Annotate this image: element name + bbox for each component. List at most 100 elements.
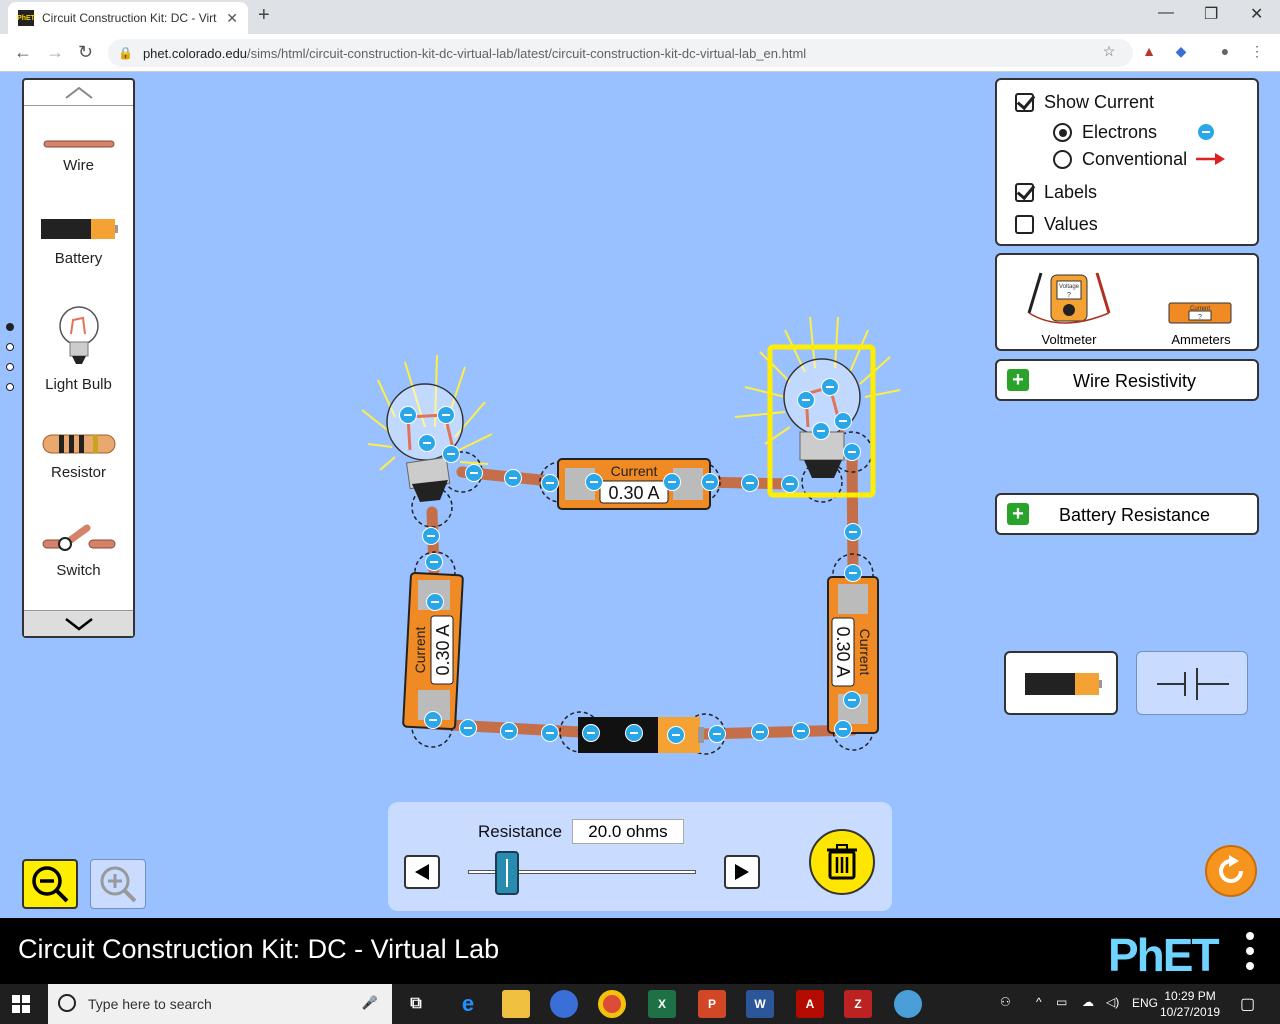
increase-resistance-button[interactable] — [724, 855, 760, 889]
labels-check-icon — [1015, 183, 1034, 202]
clock-time: 10:29 PM — [1164, 989, 1216, 1003]
electrons-label: Electrons — [1082, 122, 1158, 142]
phet-logo[interactable]: PhET — [1108, 928, 1220, 982]
labels-label: Labels — [1044, 182, 1098, 202]
taskbar-search-placeholder: Type here to search — [88, 996, 212, 1012]
conventional-label: Conventional — [1082, 149, 1188, 169]
url-field[interactable]: 🔒 phet.colorado.edu/sims/html/circuit-co… — [108, 39, 1133, 67]
electrons-radio[interactable]: Electrons — [1053, 122, 1157, 143]
simulation-area: Wire Battery Light Bulb Resistor Switch — [0, 72, 1280, 918]
ammeter-top: Current 0.30 A — [557, 458, 711, 510]
resistance-slider-thumb[interactable] — [495, 851, 519, 895]
ammeter-left-value: 0.30 A — [433, 624, 453, 675]
powerpoint-icon[interactable]: P — [698, 990, 726, 1018]
show-current-checkbox[interactable]: Show Current — [1015, 92, 1154, 113]
ammeter-icon: Current ? — [1168, 302, 1232, 324]
url-host: phet.colorado.edu — [142, 45, 248, 61]
onedrive-icon[interactable]: ☁ — [1082, 995, 1094, 1009]
voltmeter-icon: Voltage ? — [1027, 272, 1111, 324]
search-icon — [58, 994, 76, 1012]
file-explorer-icon[interactable] — [502, 990, 530, 1018]
app-icon[interactable] — [894, 990, 922, 1018]
battery-resistance-label: Battery Resistance — [1059, 505, 1211, 525]
windows-taskbar: Type here to search 🎤 ⧉ e X P W A Z ⚇ ^ … — [0, 984, 1280, 1024]
close-window-icon[interactable]: ✕ — [1250, 4, 1263, 24]
profile-icon[interactable]: ● — [1216, 43, 1234, 61]
decrease-resistance-button[interactable] — [404, 855, 440, 889]
plus-icon: + — [1007, 503, 1029, 525]
taskbar-search[interactable]: Type here to search 🎤 — [48, 984, 392, 1024]
voltmeter-label: Voltmeter — [1041, 332, 1097, 347]
wire-resistivity-accordion[interactable]: + Wire Resistivity — [995, 359, 1259, 401]
forward-icon[interactable]: → — [46, 42, 64, 63]
wire-resistivity-label: Wire Resistivity — [1073, 371, 1197, 391]
voltmeter-screen-label: Voltage — [1059, 284, 1080, 290]
restore-icon[interactable]: ❐ — [1204, 4, 1218, 24]
resistance-slider-panel: Resistance 20.0 ohms — [388, 802, 892, 911]
extension-icon[interactable]: ◆ — [1172, 43, 1190, 61]
phet-footer: Circuit Construction Kit: DC - Virtual L… — [0, 918, 1280, 984]
meters-panel: Voltage ? Voltmeter Current ? Ammeters — [995, 253, 1259, 351]
zoom-out-icon — [32, 866, 69, 903]
tab-close-icon[interactable]: ✕ — [226, 10, 238, 27]
mail-icon[interactable] — [550, 990, 578, 1018]
lifelike-view-button[interactable] — [1004, 651, 1118, 715]
browser-tab[interactable]: PhET Circuit Construction Kit: DC - Virt… — [8, 2, 248, 34]
word-icon[interactable]: W — [746, 990, 774, 1018]
triangle-left-icon — [415, 864, 429, 880]
electron-icon — [1197, 123, 1215, 141]
tab-title: Circuit Construction Kit: DC - Virt — [42, 11, 217, 25]
acrobat-icon[interactable]: A — [796, 990, 824, 1018]
pdf-extension-icon[interactable]: ▲ — [1140, 43, 1158, 61]
triangle-right-icon — [735, 864, 749, 880]
excel-icon[interactable]: X — [648, 990, 676, 1018]
electrons-radio-icon — [1053, 123, 1072, 142]
ammeter-left-label: Current — [412, 627, 428, 674]
filezilla-icon[interactable]: Z — [844, 990, 872, 1018]
ammeters-label: Ammeters — [1171, 332, 1231, 347]
sim-title: Circuit Construction Kit: DC - Virtual L… — [18, 934, 500, 964]
display-options-panel: Show Current Electrons Conventional Labe… — [995, 78, 1259, 246]
microphone-icon[interactable]: 🎤 — [362, 995, 378, 1011]
new-tab-icon[interactable]: + — [258, 4, 270, 27]
zoom-out-button[interactable] — [22, 859, 78, 909]
chrome-icon[interactable] — [598, 990, 626, 1018]
browser-menu-icon[interactable]: ⋮ — [1248, 43, 1266, 61]
taskbar-clock[interactable]: 10:29 PM 10/27/2019 — [1160, 988, 1220, 1020]
phet-menu-button[interactable] — [1246, 932, 1254, 977]
conventional-radio-icon — [1053, 150, 1072, 169]
values-check-icon — [1015, 215, 1034, 234]
language-indicator[interactable]: ENG — [1132, 996, 1158, 1010]
battery-lifelike-icon — [1025, 673, 1102, 695]
task-view-icon[interactable]: ⧉ — [402, 990, 430, 1018]
network-icon[interactable]: ▭ — [1056, 995, 1067, 1009]
bookmark-star-icon[interactable]: ☆ — [1100, 43, 1118, 61]
labels-checkbox[interactable]: Labels — [1015, 182, 1097, 203]
conventional-radio[interactable]: Conventional — [1053, 149, 1187, 170]
notifications-icon[interactable]: ▢ — [1240, 994, 1255, 1014]
back-icon[interactable]: ← — [14, 42, 32, 63]
tray-chevron-icon[interactable]: ^ — [1036, 995, 1042, 1009]
phet-favicon-icon: PhET — [17, 10, 35, 26]
voltmeter-screen-value: ? — [1067, 292, 1071, 299]
values-checkbox[interactable]: Values — [1015, 214, 1098, 235]
battery-resistance-accordion[interactable]: + Battery Resistance — [995, 493, 1259, 535]
browser-tab-bar: PhET Circuit Construction Kit: DC - Virt… — [0, 0, 1280, 34]
minimize-icon[interactable]: — — [1158, 4, 1174, 22]
battery-schematic-icon — [1157, 668, 1229, 700]
zoom-in-button[interactable] — [90, 859, 146, 909]
ammeter-top-label: Current — [611, 463, 658, 479]
electrons — [399, 378, 862, 744]
people-icon[interactable]: ⚇ — [1000, 995, 1011, 1009]
windows-start-icon[interactable] — [12, 995, 30, 1013]
show-current-label: Show Current — [1044, 92, 1155, 112]
reset-all-button[interactable] — [1205, 845, 1257, 897]
edge-icon[interactable]: e — [454, 990, 482, 1018]
volume-icon[interactable]: ◁) — [1106, 995, 1119, 1009]
schematic-view-button[interactable] — [1136, 651, 1248, 715]
ammeter-right: 0.30 A Current — [827, 576, 879, 734]
ammeter-tool[interactable]: Current ? Ammeters — [1161, 265, 1241, 347]
voltmeter-tool[interactable]: Voltage ? Voltmeter — [1021, 265, 1117, 347]
reload-icon[interactable]: ↻ — [78, 42, 93, 63]
trash-button[interactable] — [809, 829, 875, 895]
